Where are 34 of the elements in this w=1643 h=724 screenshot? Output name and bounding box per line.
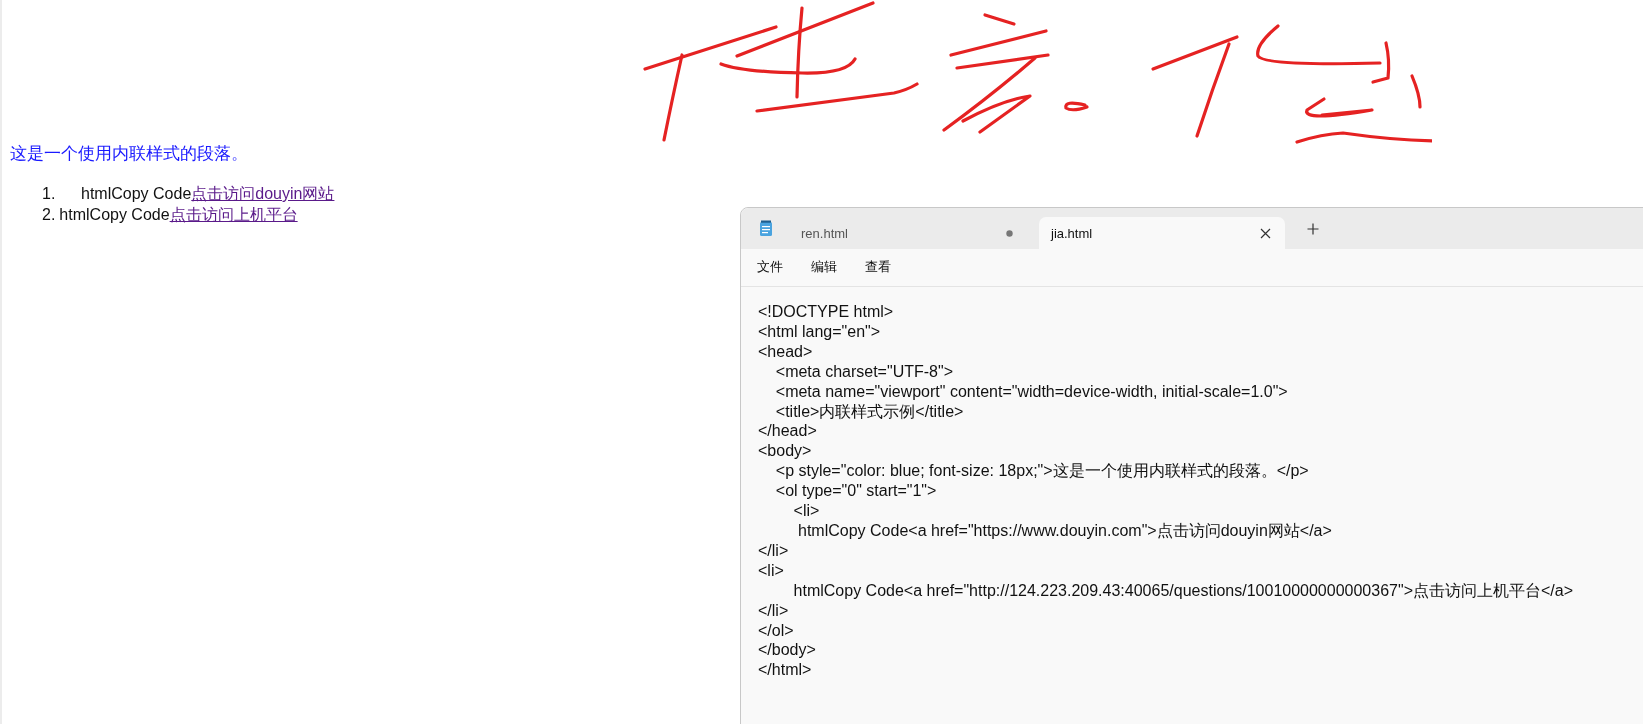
code-line: <body> xyxy=(758,441,813,462)
paragraph: 这是一个使用内联样式的段落。 xyxy=(10,143,248,165)
list-number: 1. xyxy=(42,184,57,204)
code-line: </body> xyxy=(758,640,817,661)
code-line: <ol type="0" start="1"> xyxy=(774,481,938,502)
code-line: <head> xyxy=(758,341,814,362)
code-line: </li> xyxy=(758,540,790,561)
list-text: htmlCopy Code xyxy=(59,205,170,225)
code-line: <li> xyxy=(758,560,785,581)
list-number: 2. xyxy=(42,205,56,225)
code-line: </ol> xyxy=(758,620,795,641)
code-line: <li> xyxy=(792,501,821,521)
file-tab[interactable]: ren.html xyxy=(789,217,1027,249)
code-line: <p style="color: blue; font-size: 18px;">这是一个使用内联样式的段落。</p> xyxy=(774,461,1310,482)
code-line: htmlCopy Code<a href="https://www.douyin.com">点击访问douyin网站</a> xyxy=(797,520,1333,541)
link[interactable]: 点击访问douyin网站 xyxy=(191,183,335,204)
close-icon[interactable] xyxy=(1260,227,1271,239)
code-line: <meta name="viewport" content="width=device-width, initial-scale=1.0"> xyxy=(774,381,1289,402)
code-line: </html> xyxy=(758,660,813,681)
code-line: <meta charset="UTF-8"> xyxy=(774,361,954,382)
list-text: htmlCopy Code xyxy=(81,184,192,204)
code-line: <!DOCTYPE html> xyxy=(758,302,895,322)
new-tab-icon[interactable] xyxy=(1307,222,1319,235)
code-line: htmlCopy Code<a href="http://124.223.209.43:40065/questions/10010000000000367">点击访问上机平台</a> xyxy=(792,580,1574,601)
code-line: </head> xyxy=(758,421,818,442)
menu-item[interactable]: 查看 xyxy=(865,258,891,276)
code-line: <html lang="en"> xyxy=(758,321,882,342)
code-line: <title>内联样式示例</title> xyxy=(774,401,965,422)
link[interactable]: 点击访问上机平台 xyxy=(169,204,298,225)
file-tab[interactable]: jia.html xyxy=(1039,217,1285,249)
menu-item[interactable]: 编辑 xyxy=(811,258,837,276)
notepad-icon xyxy=(759,220,773,237)
menu-item[interactable]: 文件 xyxy=(757,258,783,276)
code-line: </li> xyxy=(758,600,790,621)
